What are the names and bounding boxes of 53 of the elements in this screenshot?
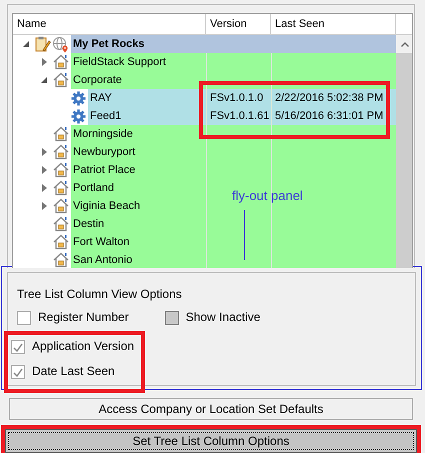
clipboard-icon [35, 36, 51, 52]
callout-label: fly-out panel [232, 188, 303, 203]
house-icon [53, 180, 69, 196]
house-icon [53, 198, 69, 214]
house-icon [53, 144, 69, 160]
last-seen-cell: 2/22/2016 5:02:38 PM [271, 89, 396, 107]
globe-pin-icon [52, 36, 69, 52]
action-button[interactable]: Set Tree List Column Options [5, 429, 417, 453]
tree-item[interactable]: Viginia Beach [71, 197, 206, 215]
tree-item[interactable]: My Pet Rocks [71, 35, 206, 53]
expand-icon[interactable] [42, 166, 46, 174]
leader-line [244, 210, 245, 260]
last-seen-cell: 5/16/2016 6:31:01 PM [271, 107, 396, 125]
checkbox-label: Register Number [38, 310, 129, 324]
action-button[interactable]: Access Company or Location Set Defaults [9, 398, 413, 420]
collapse-icon[interactable] [23, 41, 29, 47]
checkbox-label: Application Version [32, 339, 134, 353]
version-cell [206, 251, 271, 268]
tree-item[interactable]: Morningside [71, 125, 206, 143]
checkbox[interactable] [17, 311, 31, 325]
gear-icon [71, 108, 86, 124]
house-icon [53, 126, 69, 142]
version-cell: FSv1.0.1.0 [206, 89, 271, 107]
tree-item[interactable]: Destin [71, 215, 206, 233]
house-icon [53, 162, 69, 178]
house-icon [53, 72, 69, 88]
collapse-icon[interactable] [41, 77, 47, 83]
expand-icon[interactable] [42, 184, 46, 192]
expand-icon[interactable] [42, 148, 46, 156]
tree-item[interactable]: Patriot Place [71, 161, 206, 179]
tree-item[interactable]: Newburyport [71, 143, 206, 161]
gear-icon [71, 90, 86, 106]
version-cell: FSv1.0.1.61 [206, 107, 271, 125]
house-icon [53, 54, 69, 70]
tree-item[interactable]: San Antonio [71, 251, 206, 268]
tree-item[interactable]: Portland [71, 179, 206, 197]
expand-icon[interactable] [42, 202, 46, 210]
scrollbar[interactable] [396, 35, 412, 268]
house-icon [53, 234, 69, 250]
tree-item[interactable]: Feed1 [88, 107, 206, 125]
tree-item[interactable]: RAY [88, 89, 206, 107]
expand-icon[interactable] [42, 58, 46, 66]
version-cell [206, 53, 271, 71]
tree-item[interactable]: Fort Walton [71, 233, 206, 251]
tree-item[interactable]: Corporate [71, 71, 206, 89]
scroll-up-icon[interactable] [401, 42, 409, 46]
house-icon [53, 216, 69, 232]
checkbox[interactable] [11, 340, 25, 354]
tree-item[interactable]: FieldStack Support [71, 53, 206, 71]
checkbox-label: Show Inactive [186, 310, 260, 324]
checkbox[interactable] [11, 365, 25, 379]
checkbox-label: Date Last Seen [32, 364, 115, 378]
options-title: Tree List Column View Options [17, 287, 182, 301]
